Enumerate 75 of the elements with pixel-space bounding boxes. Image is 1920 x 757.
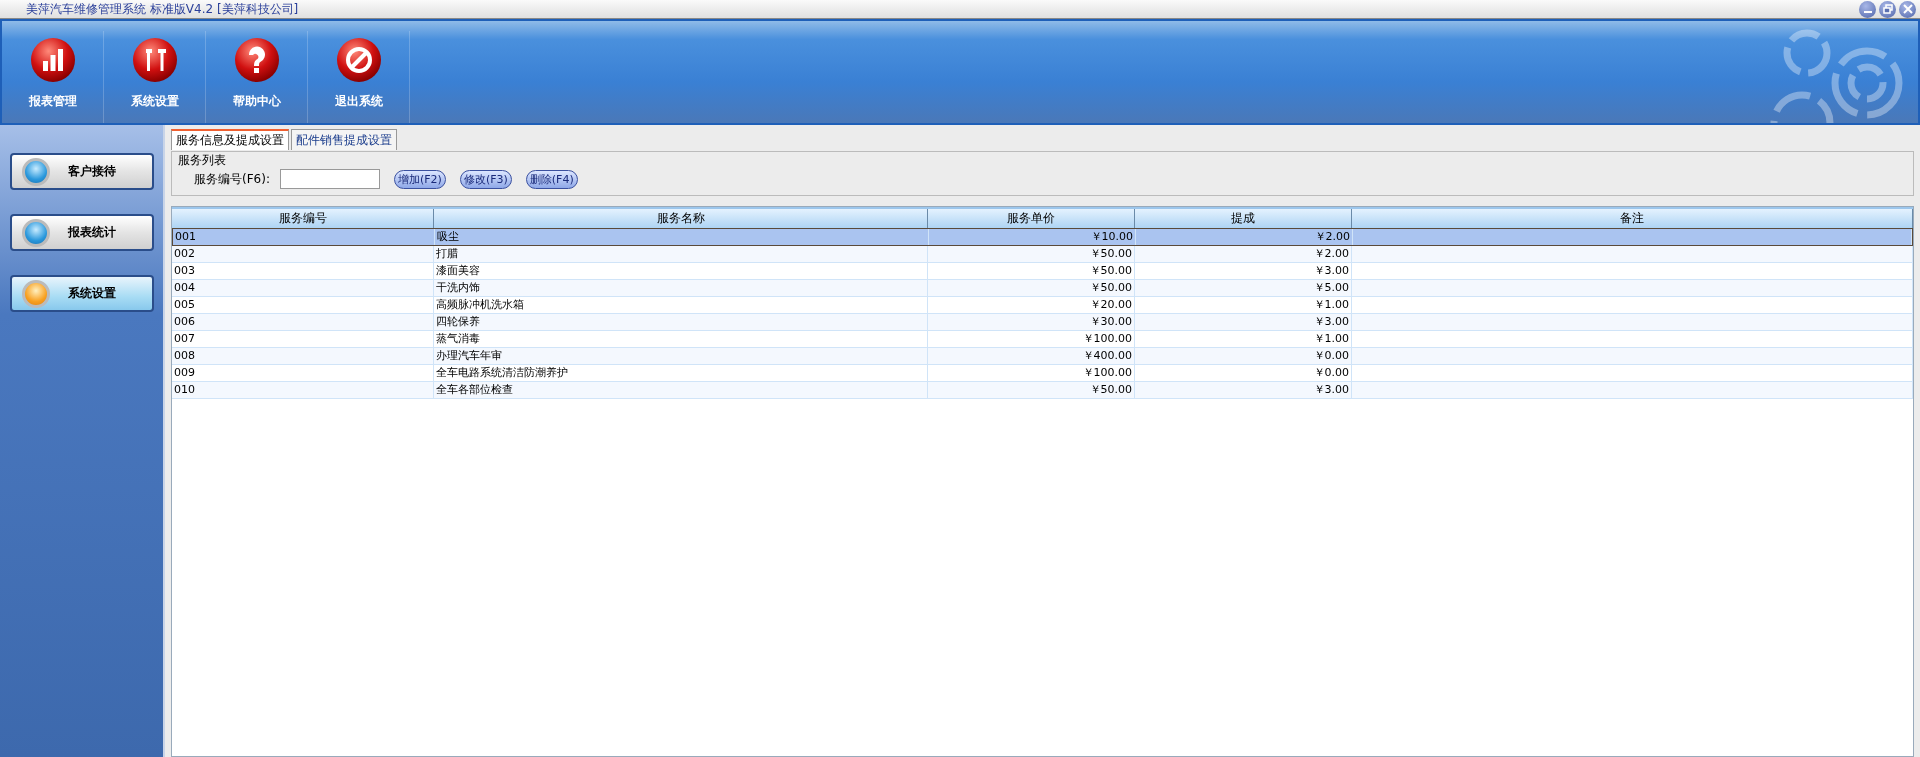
- table-row[interactable]: 001 吸尘 ￥10.00 ￥2.00: [172, 228, 1913, 246]
- table-row[interactable]: 004 干洗内饰 ￥50.00 ￥5.00: [172, 280, 1913, 297]
- table-cell: ￥50.00: [928, 382, 1135, 398]
- minimize-icon: [1863, 11, 1872, 13]
- toolbar-button[interactable]: 系统设置: [104, 31, 206, 123]
- table-cell: ￥0.00: [1135, 348, 1352, 364]
- table-cell: ￥2.00: [1135, 246, 1352, 262]
- table-cell: ￥50.00: [928, 280, 1135, 296]
- tab[interactable]: 服务信息及提成设置: [171, 129, 289, 150]
- action-button[interactable]: 删除(F4): [525, 169, 578, 189]
- table-cell: 006: [172, 314, 434, 330]
- group-title: 服务列表: [178, 152, 227, 169]
- tools-icon: [131, 37, 178, 83]
- table-cell: 004: [172, 280, 434, 296]
- restore-icon: [1880, 2, 1895, 16]
- table-cell: 全车各部位检查: [434, 382, 928, 398]
- toolbar-button[interactable]: 帮助中心: [206, 31, 308, 123]
- table-row[interactable]: 010 全车各部位检查 ￥50.00 ￥3.00: [172, 382, 1913, 399]
- table-cell: 010: [172, 382, 434, 398]
- table-cell: 四轮保养: [434, 314, 928, 330]
- tab[interactable]: 配件销售提成设置: [291, 129, 397, 150]
- table-cell: ￥1.00: [1135, 297, 1352, 313]
- table-cell: ￥3.00: [1135, 263, 1352, 279]
- table-cell: ￥100.00: [928, 331, 1135, 347]
- table-cell: ￥400.00: [928, 348, 1135, 364]
- action-button[interactable]: 增加(F2): [393, 169, 446, 189]
- table-cell: 001: [173, 229, 435, 245]
- help-icon: [233, 37, 280, 83]
- table-cell: ￥5.00: [1135, 280, 1352, 296]
- close-button[interactable]: [1899, 0, 1916, 18]
- table-cell: 003: [172, 263, 434, 279]
- table-row[interactable]: 008 办理汽车年审 ￥400.00 ￥0.00: [172, 348, 1913, 365]
- table-cell: ￥100.00: [928, 365, 1135, 381]
- bar-chart-icon: [29, 37, 76, 83]
- orb-icon: [21, 218, 50, 247]
- input-field[interactable]: [279, 169, 380, 189]
- table-cell: ￥30.00: [928, 314, 1135, 330]
- table-cell: 打腊: [434, 246, 928, 262]
- table-cell: 009: [172, 365, 434, 381]
- prohibited-icon: [335, 37, 382, 83]
- orb-icon: [21, 279, 50, 308]
- table-cell: ￥1.00: [1135, 331, 1352, 347]
- table-cell: ￥20.00: [928, 297, 1135, 313]
- table-cell: ￥3.00: [1135, 314, 1352, 330]
- close-icon: [1900, 2, 1915, 16]
- sidebar-button[interactable]: 系统设置: [9, 275, 154, 312]
- table-cell: ￥50.00: [928, 246, 1135, 262]
- table-cell: 008: [172, 348, 434, 364]
- table-cell: 漆面美容: [434, 263, 928, 279]
- restore-button[interactable]: [1879, 0, 1896, 18]
- table-cell: 吸尘: [435, 229, 929, 245]
- table-row[interactable]: 006 四轮保养 ￥30.00 ￥3.00: [172, 314, 1913, 331]
- table-row[interactable]: 002 打腊 ￥50.00 ￥2.00: [172, 246, 1913, 263]
- window-title: 美萍汽车维修管理系统 标准版V4.2 [美萍科技公司]: [25, 0, 299, 18]
- table-cell: 干洗内饰: [434, 280, 928, 296]
- table-cell: 全车电路系统清洁防潮养护: [434, 365, 928, 381]
- table-cell: 高频脉冲机洗水箱: [434, 297, 928, 313]
- table-cell: 007: [172, 331, 434, 347]
- table-cell: 蒸气消毒: [434, 331, 928, 347]
- sidebar-button[interactable]: 报表统计: [9, 214, 154, 251]
- table-cell: 005: [172, 297, 434, 313]
- minimize-button[interactable]: [1859, 0, 1876, 18]
- sidebar-button[interactable]: 客户接待: [9, 153, 154, 190]
- table-cell: 002: [172, 246, 434, 262]
- table-cell: ￥50.00: [928, 263, 1135, 279]
- toolbar-button[interactable]: 退出系统: [308, 31, 410, 123]
- table-cell: ￥0.00: [1135, 365, 1352, 381]
- table-cell: ￥10.00: [929, 229, 1136, 245]
- table-cell: ￥2.00: [1136, 229, 1353, 245]
- orb-icon: [21, 157, 50, 186]
- field-label: 服务编号(F6):: [194, 170, 270, 188]
- action-button[interactable]: 修改(F3): [459, 169, 512, 189]
- table-cell: ￥3.00: [1135, 382, 1352, 398]
- toolbar-button[interactable]: 报表管理: [2, 31, 104, 123]
- table-cell: 办理汽车年审: [434, 348, 928, 364]
